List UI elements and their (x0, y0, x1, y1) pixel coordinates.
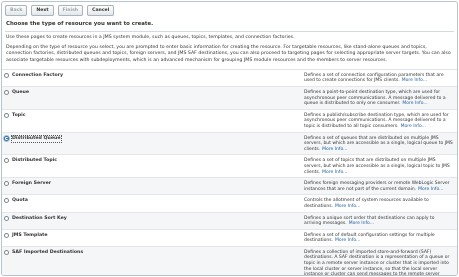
resource-row[interactable]: Connection Factory Defines a set of conne… (2, 70, 457, 87)
more-info-link[interactable]: More Info... (322, 170, 347, 175)
resource-description: Defines a publish/subscribe destination … (304, 112, 449, 129)
resource-row[interactable]: Quota Controls the allotment of system re… (2, 195, 457, 213)
resource-label[interactable]: Destination Sort Key (12, 216, 67, 222)
resource-option: Foreign Server (2, 178, 304, 194)
resource-description-cell: Defines a set of queues that are distrib… (304, 133, 457, 155)
resource-label[interactable]: Foreign Server (12, 181, 51, 187)
more-info-link[interactable]: More Info... (322, 147, 347, 152)
more-info-link[interactable]: More Info... (402, 101, 427, 106)
resource-description: Controls the allotment of system resourc… (304, 198, 429, 209)
resource-label[interactable]: JMS Template (12, 233, 48, 239)
resource-radio[interactable] (4, 249, 9, 255)
resource-option: Topic (2, 110, 304, 132)
intro-paragraph: Depending on the type of resource you se… (6, 45, 451, 63)
resource-description-cell: Controls the allotment of system resourc… (304, 195, 457, 211)
more-info-link[interactable]: More Info... (335, 238, 360, 243)
resource-row[interactable]: SAF Imported Destinations Defines a colle… (2, 246, 457, 276)
resource-option: Queue (2, 87, 304, 109)
resource-radio[interactable] (4, 90, 9, 95)
resource-description-cell: Defines a set of connection configuratio… (304, 70, 457, 86)
resource-label[interactable]: Distributed Queue (11, 134, 62, 143)
jms-resource-wizard: Back Next Finish Cancel Choose the type … (1, 1, 458, 276)
resource-row[interactable]: Queue Defines a point-to-point destinatio… (2, 87, 457, 110)
resource-row[interactable]: JMS Template Defines a set of default con… (2, 230, 457, 247)
resource-radio[interactable] (4, 181, 9, 187)
resource-label[interactable]: Queue (12, 90, 29, 96)
resource-radio[interactable] (4, 135, 9, 141)
resource-option: SAF Imported Destinations (2, 247, 304, 275)
resource-description-cell: Defines a collection of imported store-a… (304, 247, 457, 276)
wizard-toolbar: Back Next Finish Cancel (2, 2, 457, 16)
resource-description-cell: Defines a set of default configuration s… (304, 230, 457, 246)
resource-row[interactable]: Distributed Topic Defines a set of topics… (2, 155, 457, 179)
resource-description-cell: Defines a set of topics that are distrib… (304, 155, 457, 177)
resource-radio[interactable] (4, 72, 9, 78)
resource-description-cell: Defines a point-to-point destination typ… (304, 87, 457, 109)
resource-radio[interactable] (4, 112, 9, 118)
cancel-button[interactable]: Cancel (87, 5, 115, 16)
page-heading: Choose the type of resource you want to … (6, 21, 154, 27)
back-button[interactable]: Back (5, 5, 28, 16)
more-info-link[interactable]: More Info... (349, 221, 374, 226)
resource-label[interactable]: Distributed Topic (12, 158, 57, 164)
resource-option: Distributed Topic (2, 155, 304, 177)
resource-type-list: Connection Factory Defines a set of conne… (2, 68, 457, 276)
resource-label[interactable]: Topic (12, 113, 26, 119)
heading-divider (5, 31, 454, 32)
more-info-link[interactable]: More Info... (418, 187, 443, 192)
resource-option: Distributed Queue (2, 133, 304, 155)
resource-option: Destination Sort Key (2, 213, 304, 229)
resource-radio[interactable] (4, 232, 9, 238)
more-info-link[interactable]: More Info... (402, 78, 427, 83)
resource-option: Quota (2, 195, 304, 211)
resource-description: Defines a collection of imported store-a… (304, 249, 450, 276)
resource-description-cell: Defines a publish/subscribe destination … (304, 110, 457, 132)
next-button[interactable]: Next (31, 5, 54, 16)
resource-radio[interactable] (4, 158, 9, 164)
resource-label[interactable]: Quota (12, 198, 28, 204)
resource-label[interactable]: SAF Imported Destinations (12, 250, 83, 256)
resource-row[interactable]: Topic Defines a publish/subscribe destina… (2, 110, 457, 133)
resource-option: JMS Template (2, 230, 304, 246)
resource-label[interactable]: Connection Factory (12, 73, 63, 79)
resource-description: Defines a set of default configuration s… (304, 232, 435, 244)
resource-description-cell: Defines foreign messaging providers or r… (304, 178, 457, 194)
more-info-link[interactable]: More Info... (335, 204, 360, 209)
resource-radio[interactable] (4, 198, 9, 204)
finish-button[interactable]: Finish (57, 5, 84, 16)
resource-row[interactable]: Destination Sort Key Defines a unique sor… (2, 212, 457, 230)
resource-description-cell: Defines a unique sort order that destina… (304, 213, 457, 229)
more-info-link[interactable]: More Info... (401, 124, 426, 129)
resource-option: Connection Factory (2, 70, 304, 86)
intro-paragraph: Use these pages to create resources in a… (6, 35, 295, 40)
resource-row[interactable]: Distributed Queue Defines a set of queues… (2, 132, 457, 156)
resource-row[interactable]: Foreign Server Defines foreign messaging … (2, 178, 457, 196)
resource-radio[interactable] (4, 215, 9, 221)
intro-text: Use these pages to create resources in a… (6, 35, 451, 64)
